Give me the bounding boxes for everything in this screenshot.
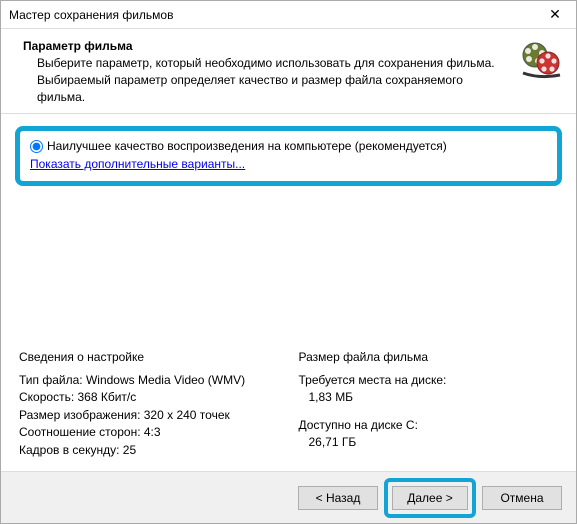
- available-space-value: 26,71 ГБ: [299, 434, 559, 451]
- close-button[interactable]: ✕: [534, 1, 576, 29]
- next-button-highlight: Далее >: [384, 478, 476, 518]
- wizard-window: Мастер сохранения фильмов ✕ Параметр фил…: [0, 0, 577, 524]
- best-quality-radio[interactable]: Наилучшее качество воспроизведения на ко…: [30, 139, 547, 153]
- fps-row: Кадров в секунду: 25: [19, 442, 279, 459]
- available-space-label: Доступно на диске C:: [299, 417, 559, 434]
- wizard-footer: < Назад Далее > Отмена: [1, 471, 576, 523]
- settings-info: Сведения о настройке Тип файла: Windows …: [19, 349, 279, 459]
- show-more-options-link[interactable]: Показать дополнительные варианты...: [30, 157, 245, 171]
- bitrate-label: Скорость:: [19, 390, 74, 404]
- required-space-label: Требуется места на диске:: [299, 372, 559, 389]
- best-quality-radio-input[interactable]: [30, 140, 43, 153]
- next-button[interactable]: Далее >: [392, 486, 468, 510]
- header-title: Параметр фильма: [23, 39, 512, 53]
- best-quality-label: Наилучшее качество воспроизведения на ко…: [47, 139, 447, 153]
- more-options-row: Показать дополнительные варианты...: [30, 157, 547, 171]
- filesize-info: Размер файла фильма Требуется места на д…: [299, 349, 559, 459]
- window-title: Мастер сохранения фильмов: [9, 8, 173, 22]
- info-columns: Сведения о настройке Тип файла: Windows …: [15, 345, 562, 463]
- file-type-label: Тип файла:: [19, 373, 83, 387]
- film-reel-icon: [520, 39, 562, 81]
- fps-label: Кадров в секунду:: [19, 443, 119, 457]
- required-space-value: 1,83 МБ: [299, 389, 559, 406]
- resolution-label: Размер изображения:: [19, 408, 140, 422]
- titlebar: Мастер сохранения фильмов ✕: [1, 1, 576, 29]
- spacer-gap: [299, 407, 559, 417]
- close-icon: ✕: [549, 6, 561, 23]
- aspect-label: Соотношение сторон:: [19, 425, 141, 439]
- bitrate-row: Скорость: 368 Кбит/с: [19, 389, 279, 406]
- back-button[interactable]: < Назад: [298, 486, 378, 510]
- filesize-heading: Размер файла фильма: [299, 349, 559, 366]
- header-description: Выберите параметр, который необходимо ис…: [23, 55, 512, 105]
- cancel-button[interactable]: Отмена: [482, 486, 562, 510]
- resolution-row: Размер изображения: 320 x 240 точек: [19, 407, 279, 424]
- wizard-header: Параметр фильма Выберите параметр, котор…: [1, 29, 576, 114]
- resolution-value: 320 x 240 точек: [144, 408, 230, 422]
- bitrate-value: 368 Кбит/с: [78, 390, 137, 404]
- aspect-value: 4:3: [144, 425, 161, 439]
- wizard-content: Наилучшее качество воспроизведения на ко…: [1, 114, 576, 471]
- settings-heading: Сведения о настройке: [19, 349, 279, 366]
- quality-option-highlight: Наилучшее качество воспроизведения на ко…: [15, 126, 562, 186]
- aspect-row: Соотношение сторон: 4:3: [19, 424, 279, 441]
- content-spacer: [15, 186, 562, 344]
- file-type-row: Тип файла: Windows Media Video (WMV): [19, 372, 279, 389]
- fps-value: 25: [123, 443, 136, 457]
- header-text: Параметр фильма Выберите параметр, котор…: [23, 39, 512, 105]
- file-type-value: Windows Media Video (WMV): [86, 373, 245, 387]
